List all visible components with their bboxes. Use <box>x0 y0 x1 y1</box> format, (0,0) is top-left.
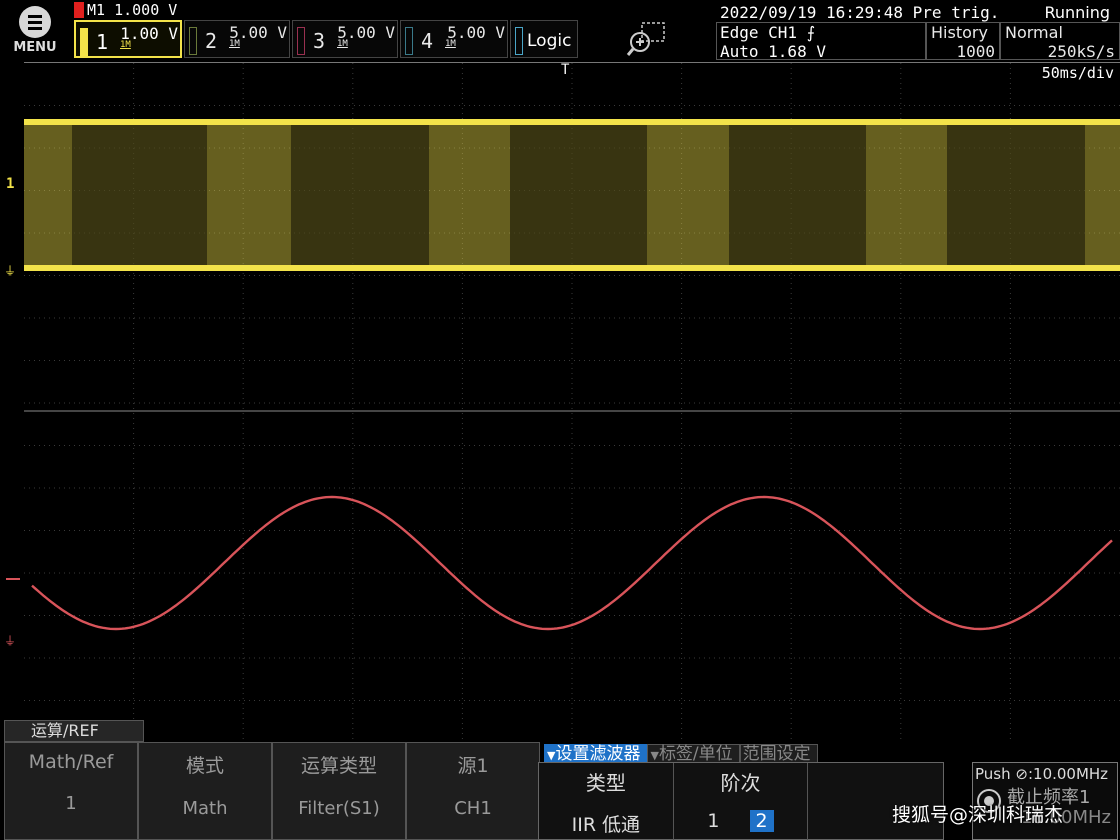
push-hint: Push ⊘:10.00MHz <box>975 765 1109 783</box>
ch1-burst-region <box>947 123 1085 268</box>
ch1-burst-region <box>291 123 429 268</box>
channel-1-number: 1 <box>96 30 109 54</box>
softkey-mode[interactable]: 模式 Math <box>138 742 272 840</box>
filter-order-label: 阶次 <box>720 771 761 795</box>
sub-tab-row: ▼设置滤波器 ▼标签/单位 范围设定 <box>544 744 818 764</box>
channel-4-scale: 5.00 V <box>447 23 505 42</box>
ch1-ground-icon: ⏚ <box>4 264 17 278</box>
waveform-display[interactable] <box>24 62 1120 743</box>
channel-2-color-bar <box>189 27 197 55</box>
math-ground-icon: ⏚ <box>4 634 17 648</box>
trigger-mode: Edge CH1 ⨍ <box>720 23 816 42</box>
math-color-swatch <box>74 2 84 18</box>
history-box[interactable]: History 1000 <box>926 22 1000 61</box>
tab-label: 范围设定 <box>742 744 811 764</box>
acquisition-mode: Normal <box>1005 23 1063 42</box>
order-option-2[interactable]: 2 <box>749 810 774 832</box>
filter-order-options: 1 2 <box>674 810 808 832</box>
softkey-value: 1 <box>65 793 77 814</box>
math-level-marker[interactable] <box>6 578 20 580</box>
channel-2-number: 2 <box>205 29 218 53</box>
history-value: 1000 <box>956 42 995 61</box>
softkey-math-ref[interactable]: Math/Ref 1 <box>4 742 138 840</box>
graticule <box>24 63 1120 743</box>
history-label: History <box>931 23 988 42</box>
menu-label: MENU <box>13 40 57 55</box>
top-status-bar: MENU M1 1.000 V 1 1M 1.00 V 2 1M 5.00 V … <box>0 0 1120 62</box>
tab-label: 标签/单位 <box>658 744 733 764</box>
ch1-bottom-rail <box>24 265 1120 271</box>
ch1-burst-region <box>729 123 866 268</box>
channel-1-scale: 1.00 V <box>120 24 178 43</box>
logic-color-bar <box>515 27 523 55</box>
order-option-1[interactable]: 1 <box>707 810 719 832</box>
softkey-value: Filter(S1) <box>298 798 380 819</box>
channel-4-box[interactable]: 4 1M 5.00 V <box>400 20 508 58</box>
filter-settings-panel: 类型 IIR 低通 阶次 1 2 <box>538 762 944 840</box>
tab-label-unit[interactable]: ▼标签/单位 <box>647 744 740 764</box>
softkey-source1[interactable]: 源1 CH1 <box>406 742 540 840</box>
filter-type-label: 类型 <box>585 771 626 795</box>
channel-1-box[interactable]: 1 1M 1.00 V <box>74 20 182 58</box>
channel-1-color-bar <box>80 28 88 56</box>
channel-3-scale: 5.00 V <box>337 23 395 42</box>
channel-3-color-bar <box>297 27 305 55</box>
ch1-level-marker[interactable]: 1 <box>6 176 14 192</box>
channel-2-scale: 5.00 V <box>229 23 287 42</box>
menu-button[interactable]: MENU <box>8 6 62 58</box>
softkey-label: 运算类型 <box>300 755 377 777</box>
trigger-position-marker[interactable]: T <box>561 62 569 78</box>
menu-title: 运算/REF <box>4 720 144 742</box>
channel-3-number: 3 <box>313 29 326 53</box>
ch1-burst-region <box>72 123 207 268</box>
math-channel-label: M1 1.000 V <box>87 1 178 19</box>
channel-4-color-bar <box>405 27 413 55</box>
softkey-value: CH1 <box>454 798 492 819</box>
filter-type-value: IIR 低通 <box>571 814 641 836</box>
channel-3-box[interactable]: 3 1M 5.00 V <box>292 20 398 58</box>
filter-order-key[interactable]: 阶次 1 2 <box>674 763 809 840</box>
softkey-label: Math/Ref <box>28 751 114 773</box>
watermark: 搜狐号@深圳科瑞杰 <box>892 804 1064 826</box>
acquisition-box[interactable]: Normal 250kS/s <box>1000 22 1120 61</box>
sample-rate: 250kS/s <box>1047 42 1115 61</box>
channel-2-box[interactable]: 2 1M 5.00 V <box>184 20 290 58</box>
ch1-top-rail <box>24 119 1120 125</box>
trigger-level: Auto 1.68 V <box>720 42 826 61</box>
trigger-settings[interactable]: Edge CH1 ⨍ Auto 1.68 V <box>716 22 926 61</box>
softkey-label: 源1 <box>457 755 489 777</box>
run-state: Running <box>1044 3 1110 22</box>
filter-type-key[interactable]: 类型 IIR 低通 <box>539 763 674 840</box>
menu-icon <box>19 6 51 38</box>
softkey-row: Math/Ref 1 模式 Math 运算类型 Filter(S1) 源1 CH… <box>4 742 540 840</box>
tab-range-setting[interactable]: 范围设定 <box>739 744 818 764</box>
zoom-icon[interactable] <box>626 22 666 58</box>
softkey-operation-type[interactable]: 运算类型 Filter(S1) <box>272 742 406 840</box>
math-channel-indicator[interactable]: M1 1.000 V <box>74 1 184 19</box>
channel-4-number: 4 <box>421 29 434 53</box>
logic-label: Logic <box>527 31 572 51</box>
timebase-label: 50ms/div <box>1041 64 1114 82</box>
softkey-label: 模式 <box>185 755 224 777</box>
logic-channel-box[interactable]: Logic <box>510 20 578 58</box>
dropdown-icon: ▼ <box>650 749 659 762</box>
datetime-status: 2022/09/19 16:29:48 Pre trig. <box>720 3 1000 22</box>
tab-label: 设置滤波器 <box>555 744 641 764</box>
softkey-value: Math <box>182 798 228 819</box>
tab-set-filter[interactable]: ▼设置滤波器 <box>544 744 648 764</box>
ch1-burst-region <box>510 123 647 268</box>
